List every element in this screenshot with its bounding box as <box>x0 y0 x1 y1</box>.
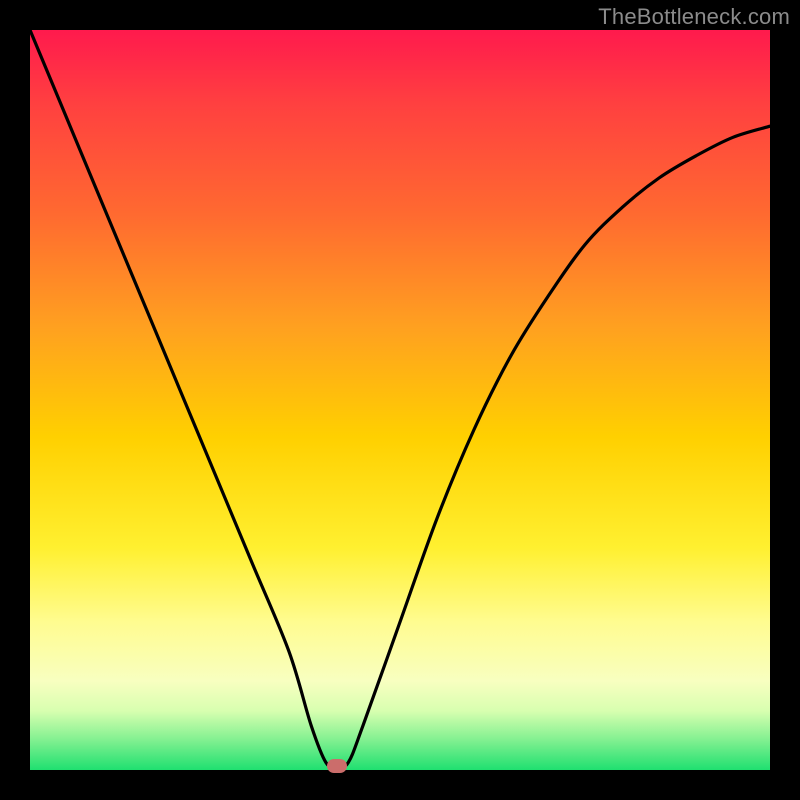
plot-area <box>30 30 770 770</box>
chart-frame: TheBottleneck.com <box>0 0 800 800</box>
curve-svg <box>30 30 770 770</box>
minimum-marker <box>327 759 347 773</box>
watermark-text: TheBottleneck.com <box>598 4 790 30</box>
bottleneck-curve <box>30 30 770 767</box>
